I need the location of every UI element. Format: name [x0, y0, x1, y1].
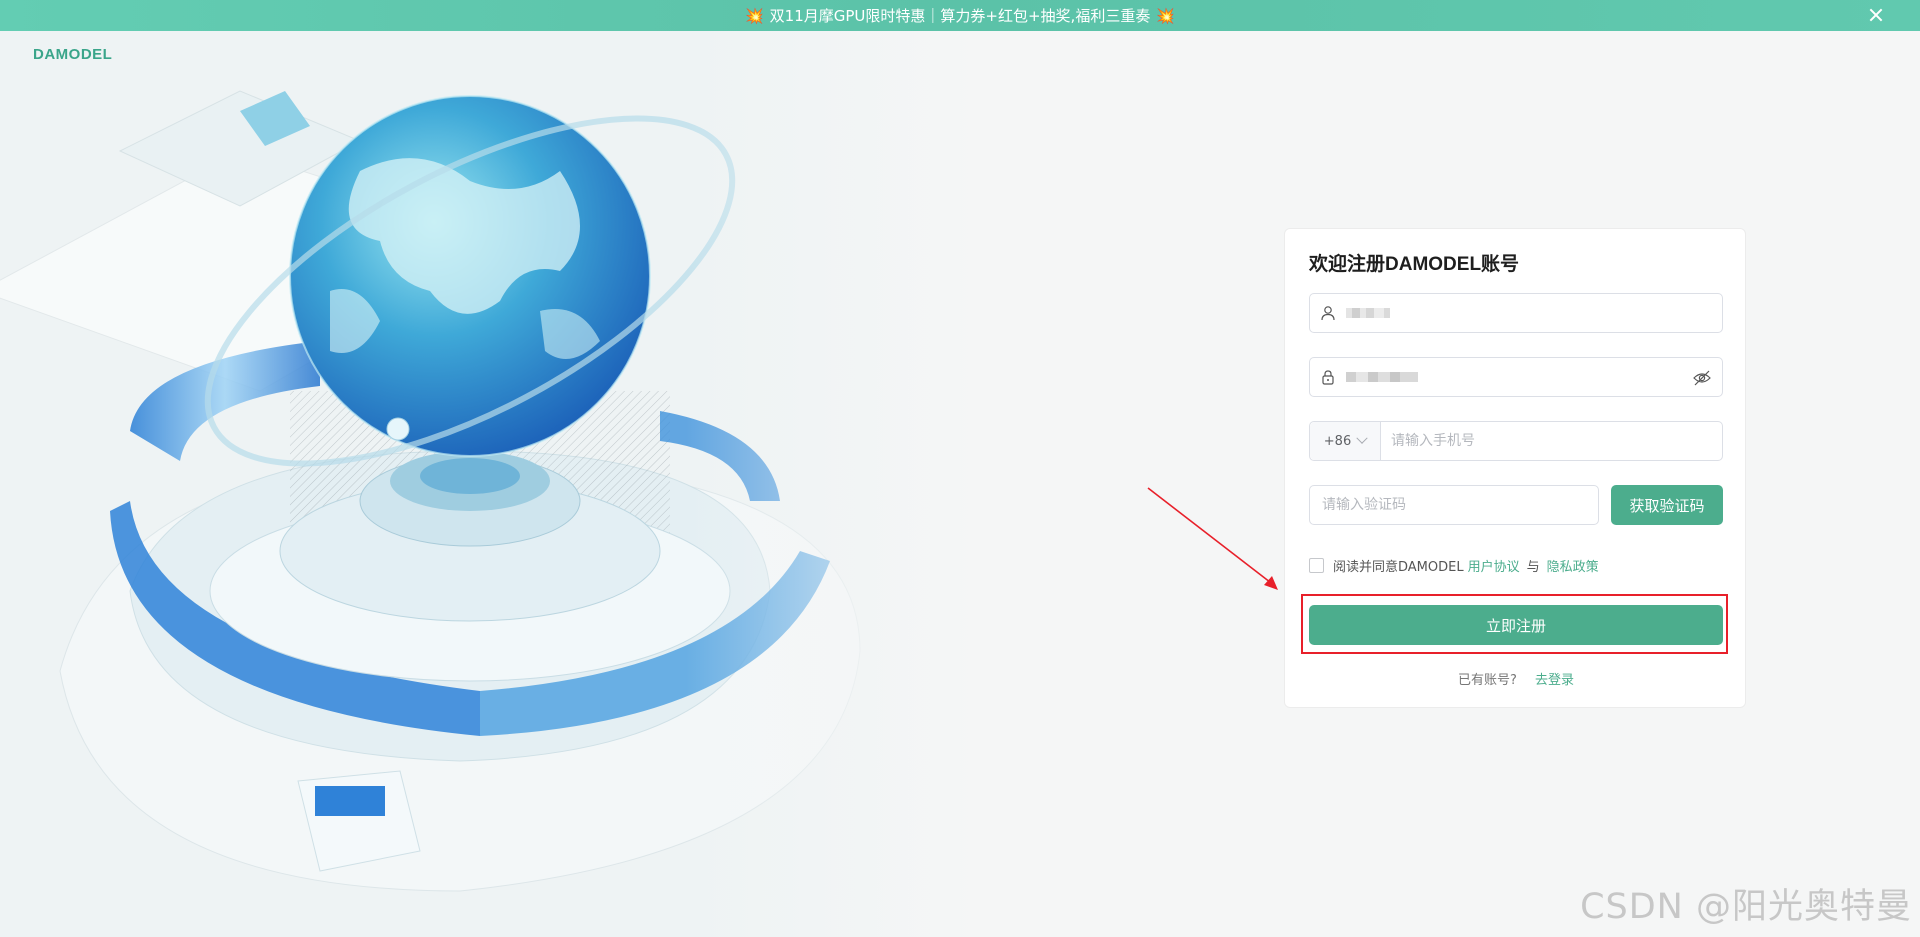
have-account-text: 已有账号? — [1457, 673, 1517, 688]
login-prompt: 已有账号? 去登录 — [1285, 669, 1747, 688]
privacy-policy-link[interactable]: 隐私政策 — [1547, 556, 1599, 575]
go-login-link[interactable]: 去登录 — [1535, 673, 1574, 688]
fire-icon: 💥 — [744, 6, 764, 25]
country-code-value: +86 — [1323, 433, 1352, 449]
username-field[interactable] — [1309, 293, 1723, 333]
password-value-redacted — [1346, 372, 1418, 382]
promo-banner[interactable]: 💥 双11月摩GPU限时特惠｜算力券+红包+抽奖,福利三重奏 💥 — [0, 0, 1920, 31]
phone-field: +86 — [1309, 421, 1723, 461]
fire-icon: 💥 — [1156, 6, 1176, 25]
page-title: 欢迎注册DAMODEL账号 — [1309, 254, 1520, 275]
watermark: CSDN @阳光奥特曼 — [1580, 887, 1912, 927]
user-agreement-link[interactable]: 用户协议 — [1468, 556, 1520, 575]
damodel-logo[interactable]: DAMODEL — [33, 46, 112, 63]
annotation-highlight-box — [1301, 594, 1728, 654]
close-icon[interactable] — [1866, 5, 1886, 25]
annotation-arrow — [1147, 487, 1278, 590]
lock-icon — [1310, 358, 1346, 396]
phone-input[interactable] — [1381, 423, 1722, 459]
get-code-button[interactable]: 获取验证码 — [1611, 485, 1723, 525]
agree-checkbox[interactable] — [1309, 558, 1324, 573]
password-field[interactable] — [1309, 357, 1723, 397]
eye-off-icon[interactable] — [1692, 368, 1712, 388]
globe-illustration — [0, 31, 980, 937]
hero-illustration — [0, 31, 980, 937]
promo-banner-text[interactable]: 双11月摩GPU限时特惠｜算力券+红包+抽奖,福利三重奏 — [770, 5, 1151, 26]
agree-text: 阅读并同意DAMODEL — [1333, 560, 1464, 575]
agree-and-text: 与 — [1526, 560, 1540, 575]
verification-code-input[interactable] — [1310, 487, 1598, 523]
username-value-redacted — [1346, 308, 1390, 318]
agreement-row: 阅读并同意DAMODEL 用户协议 与 隐私政策 — [1309, 556, 1599, 575]
verification-code-field — [1309, 485, 1599, 525]
country-code-select[interactable]: +86 — [1310, 422, 1381, 460]
user-icon — [1310, 294, 1346, 332]
chevron-down-icon — [1356, 432, 1368, 444]
